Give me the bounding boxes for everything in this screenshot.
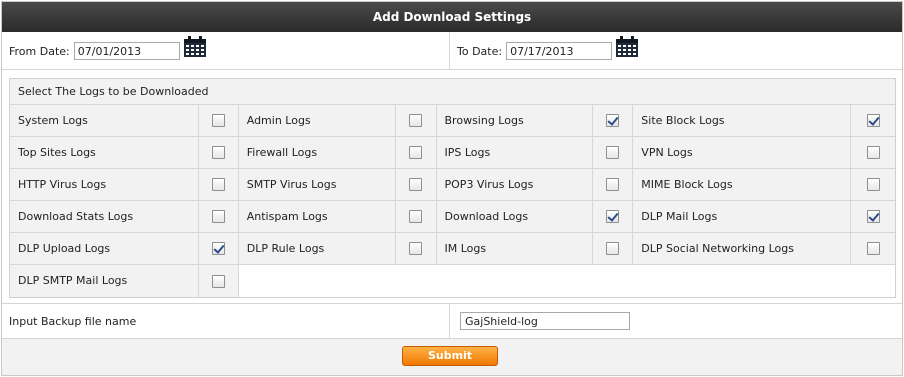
calendar-icon[interactable] (183, 36, 207, 58)
log-label: DLP Upload Logs (10, 233, 199, 265)
log-checkbox-cell (395, 233, 437, 265)
log-checkbox-cell (593, 105, 634, 137)
log-checkbox-cell (395, 201, 437, 233)
log-label: Browsing Logs (436, 105, 594, 137)
log-checkbox[interactable] (211, 242, 225, 255)
log-checkbox-cell (851, 137, 895, 169)
log-label: Top Sites Logs (10, 137, 199, 169)
log-checkbox-cell (198, 233, 239, 265)
log-label: Firewall Logs (238, 137, 396, 169)
submit-button[interactable]: Submit (402, 346, 498, 366)
log-checkbox[interactable] (211, 114, 225, 127)
log-checkbox[interactable] (211, 178, 225, 191)
log-checkbox[interactable] (606, 178, 620, 191)
log-row: DLP Upload Logs DLP Rule Logs IM Logs DLP S… (10, 233, 895, 265)
log-rows: System Logs Admin Logs Browsing Logs Site B… (10, 105, 895, 297)
log-label: Download Stats Logs (10, 201, 199, 233)
log-checkbox-cell (395, 105, 437, 137)
log-label: DLP Mail Logs (633, 201, 852, 233)
to-date-input[interactable] (506, 42, 613, 60)
log-checkbox[interactable] (409, 146, 423, 159)
log-row: HTTP Virus Logs SMTP Virus Logs POP3 Virus… (10, 169, 895, 201)
log-checkbox[interactable] (866, 114, 880, 127)
log-checkbox[interactable] (606, 146, 620, 159)
log-checkbox[interactable] (606, 114, 620, 127)
log-label: MIME Block Logs (633, 169, 852, 201)
log-label: DLP Rule Logs (238, 233, 396, 265)
log-label: DLP Social Networking Logs (633, 233, 852, 265)
calendar-icon[interactable] (615, 36, 639, 58)
from-date-label: From Date: (9, 44, 70, 58)
log-checkbox[interactable] (409, 114, 423, 127)
log-checkbox-cell (198, 137, 239, 169)
log-label: POP3 Virus Logs (436, 169, 594, 201)
log-checkbox-cell (593, 233, 634, 265)
log-label: IPS Logs (436, 137, 594, 169)
to-date-group: To Date: (457, 32, 639, 70)
log-selection-header: Select The Logs to be Downloaded (10, 79, 895, 105)
log-checkbox[interactable] (409, 210, 423, 223)
log-checkbox-cell (395, 169, 437, 201)
log-checkbox[interactable] (866, 178, 880, 191)
log-checkbox-cell (851, 201, 895, 233)
panel-title: Add Download Settings (2, 2, 902, 32)
log-label: VPN Logs (633, 137, 852, 169)
from-date-input[interactable] (73, 42, 180, 60)
date-range-row: From Date: To Date: (2, 32, 902, 70)
to-date-label: To Date: (457, 44, 503, 58)
log-checkbox[interactable] (212, 274, 225, 288)
backup-divider (449, 304, 450, 340)
log-checkbox-cell (395, 137, 437, 169)
log-checkbox[interactable] (866, 210, 880, 223)
log-checkbox-cell (851, 105, 895, 137)
log-checkbox[interactable] (409, 178, 423, 191)
log-label: Site Block Logs (633, 105, 852, 137)
log-label: IM Logs (436, 233, 594, 265)
backup-file-row: Input Backup file name (2, 303, 902, 340)
log-checkbox-cell (851, 169, 895, 201)
log-label: DLP SMTP Mail Logs (10, 265, 199, 297)
log-label: HTTP Virus Logs (10, 169, 199, 201)
log-checkbox[interactable] (866, 146, 880, 159)
log-checkbox[interactable] (409, 242, 423, 255)
log-checkbox-cell (198, 105, 239, 137)
log-selection-table: Select The Logs to be Downloaded System … (9, 78, 896, 298)
log-checkbox[interactable] (211, 210, 225, 223)
log-label: Admin Logs (238, 105, 396, 137)
log-checkbox-cell (593, 169, 634, 201)
log-row: DLP SMTP Mail Logs (10, 265, 895, 297)
log-checkbox-cell (851, 233, 895, 265)
log-row: Download Stats Logs Antispam Logs Download… (10, 201, 895, 233)
backup-file-input[interactable] (460, 312, 630, 330)
submit-area: Submit (2, 339, 902, 375)
log-label: Download Logs (436, 201, 594, 233)
log-checkbox[interactable] (211, 146, 225, 159)
log-checkbox-cell (199, 265, 239, 297)
empty-cell (239, 265, 895, 297)
log-checkbox[interactable] (606, 210, 620, 223)
from-date-group: From Date: (9, 32, 207, 70)
log-checkbox-cell (198, 169, 239, 201)
download-settings-panel: Add Download Settings From Date: 07/01/2… (1, 1, 903, 376)
log-checkbox[interactable] (606, 242, 620, 255)
log-checkbox-cell (593, 201, 634, 233)
log-checkbox[interactable] (866, 242, 880, 255)
log-label: Antispam Logs (238, 201, 396, 233)
log-label: System Logs (10, 105, 199, 137)
log-checkbox-cell (593, 137, 634, 169)
log-checkbox-cell (198, 201, 239, 233)
log-row: System Logs Admin Logs Browsing Logs Site B… (10, 105, 895, 137)
backup-file-label: Input Backup file name (9, 315, 137, 328)
date-divider (449, 32, 450, 70)
log-row: Top Sites Logs Firewall Logs IPS Logs VPN L… (10, 137, 895, 169)
log-label: SMTP Virus Logs (238, 169, 396, 201)
